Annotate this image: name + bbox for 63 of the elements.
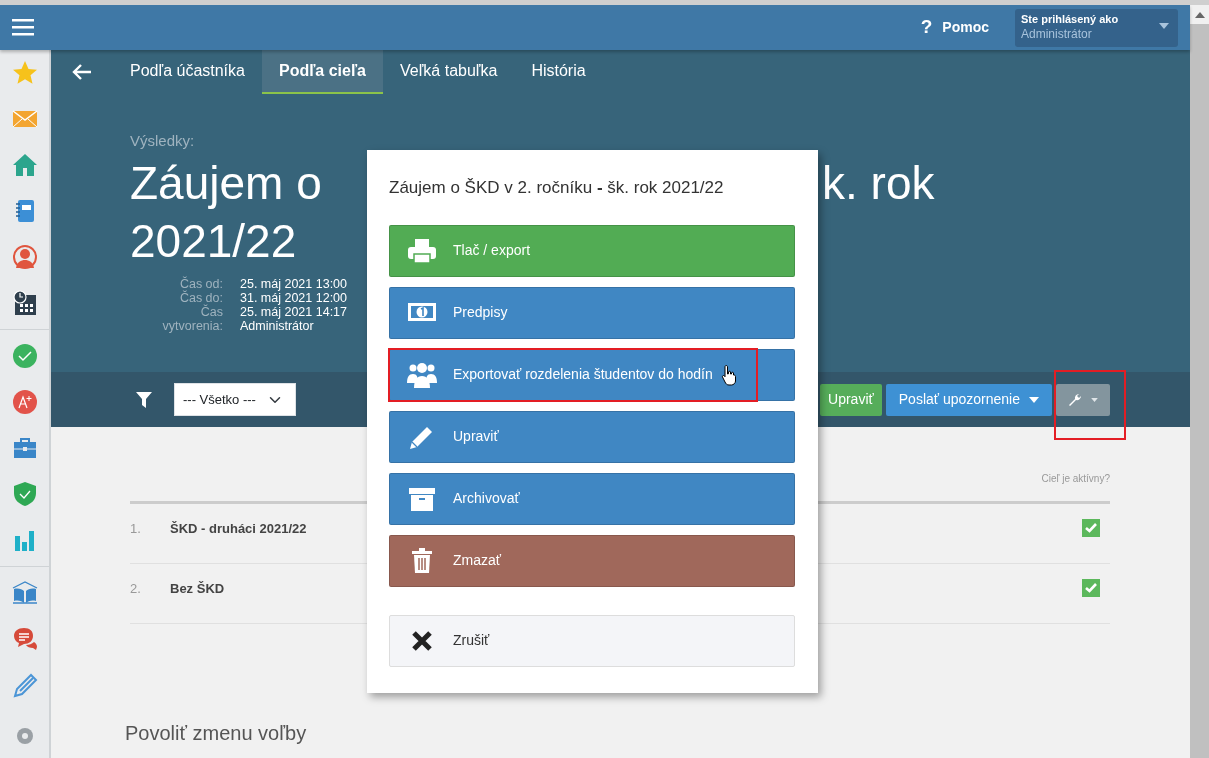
grade-icon[interactable] (11, 389, 38, 415)
book-icon[interactable] (11, 580, 38, 606)
tab[interactable]: Veľká tabuľka (383, 50, 515, 94)
notify-dropdown-button[interactable]: Poslať upozornenie (885, 383, 1052, 416)
pen-icon[interactable] (11, 672, 38, 698)
calendar-icon[interactable] (11, 290, 38, 316)
group-icon (406, 360, 437, 389)
check-circle-icon[interactable] (11, 343, 38, 369)
menu-button[interactable]: Upraviť (389, 410, 795, 463)
help-link[interactable]: Pomoc (942, 17, 989, 38)
overline-label: Výsledky: (130, 131, 195, 151)
meta-value: 31. máj 2021 12:00 (240, 290, 348, 305)
user-label: Ste prihlásený ako (1021, 11, 1119, 26)
checkbox[interactable] (1082, 519, 1100, 537)
chat-icon[interactable] (11, 626, 38, 652)
meta-value: 25. máj 2021 13:00 (240, 276, 348, 291)
section-title: Povoliť zmenu voľby (125, 721, 308, 746)
menu-button[interactable]: Archivovať (389, 472, 795, 525)
user-menu[interactable]: Ste prihlásený ako Administrátor (1015, 8, 1178, 47)
tools-dropdown-button[interactable] (1056, 383, 1110, 416)
page-title: k. rok (822, 155, 935, 211)
page-title: Záujem o (130, 155, 322, 211)
person-icon[interactable] (11, 244, 38, 270)
table-cell-text: Bez ŠKD (170, 580, 225, 598)
filter-select[interactable]: --- Všetko --- (174, 383, 296, 416)
close-icon (410, 629, 433, 652)
caret-icon (1029, 396, 1039, 403)
scroll-up-icon[interactable] (1194, 11, 1205, 18)
caret-icon (1091, 397, 1098, 402)
column-header: Cieľ je aktívny? (1041, 473, 1110, 484)
wrench-icon (1068, 392, 1082, 407)
star-icon[interactable] (11, 60, 38, 86)
scrollbar[interactable] (1190, 5, 1209, 758)
help-icon[interactable]: ? (920, 13, 933, 42)
printer-icon (406, 236, 437, 265)
filter-icon[interactable] (136, 391, 152, 408)
shield-icon[interactable] (11, 481, 38, 507)
row-number: 2. (130, 580, 142, 598)
checkbox[interactable] (1082, 579, 1100, 597)
house-icon[interactable] (11, 152, 38, 178)
page-title: 2021/22 (130, 213, 297, 269)
table-cell-text: ŠKD - druháci 2021/22 (170, 520, 307, 538)
meta-value: 25. máj 2021 14:17 (240, 304, 348, 319)
user-name: Administrátor (1021, 25, 1092, 42)
meta-label: Čas od: (178, 276, 223, 291)
tab[interactable]: Podľa cieľa (261, 50, 383, 94)
edit-button[interactable]: Upraviť (820, 383, 882, 416)
menu-button[interactable]: Exportovať rozdelenia študentov do hodín (389, 348, 795, 401)
menu-icon[interactable] (12, 19, 34, 36)
meta-label: Čas do: (178, 290, 223, 305)
tab[interactable]: Podľa účastníka (113, 50, 262, 94)
cancel-button[interactable]: Zrušiť (389, 614, 795, 667)
briefcase-icon[interactable] (11, 435, 38, 461)
menu-button[interactable]: Zmazať (389, 534, 795, 587)
dialog-title: Záujem o ŠKD v 2. ročníku - šk. rok 2021/22 (389, 177, 725, 199)
menu-button[interactable]: Predpisy (389, 286, 795, 339)
meta-value: Administrátor (240, 318, 314, 333)
caret-icon (1159, 23, 1169, 30)
menu-button[interactable]: Tlač / export (389, 224, 795, 277)
tab[interactable]: História (514, 50, 603, 94)
row-number: 1. (130, 520, 142, 538)
back-arrow-icon[interactable] (72, 64, 92, 80)
meta-label: Čas vytvorenia: (161, 304, 223, 333)
